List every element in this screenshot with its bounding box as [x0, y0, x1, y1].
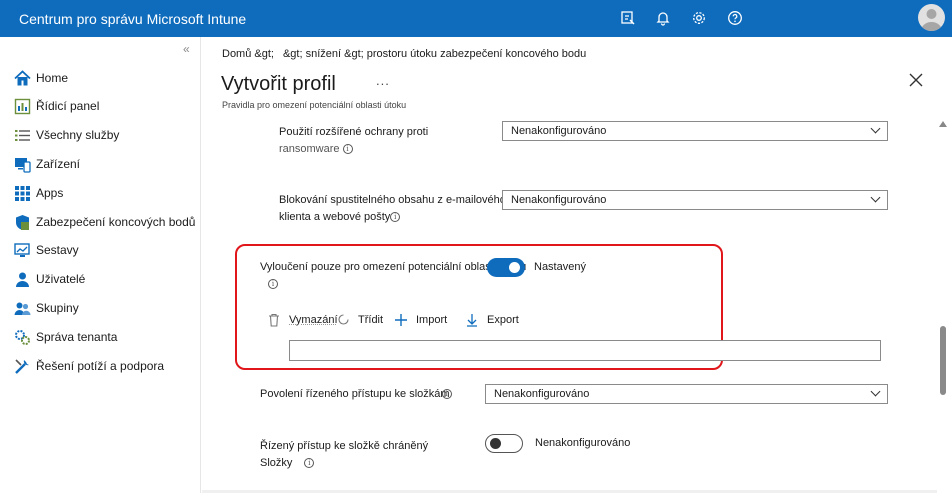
export-label: Export: [487, 314, 519, 326]
sidebar-item-groups[interactable]: Skupiny: [13, 298, 79, 318]
devices-icon: [13, 155, 31, 173]
sidebar-item-users[interactable]: Uživatelé: [13, 269, 85, 289]
chevron-down-icon: [870, 386, 881, 397]
sort-label: Třídit: [358, 313, 384, 326]
protected-folders-state: Nenakonfigurováno: [535, 437, 631, 449]
user-icon: [13, 270, 31, 288]
plus-icon: [395, 314, 407, 326]
feedback-icon[interactable]: [618, 8, 638, 28]
folder-access-select[interactable]: Nenakonfigurováno: [485, 384, 888, 404]
breadcrumb-home-link[interactable]: Domů &gt;: [222, 48, 274, 60]
email-content-select[interactable]: Nenakonfigurováno: [502, 190, 888, 210]
sidebar-item-label: Uživatelé: [36, 272, 86, 286]
home-icon: [13, 69, 31, 87]
sidebar: « Home Řídicí panel Všechny služby Zaříz…: [0, 37, 201, 493]
sidebar-item-reports[interactable]: Sestavy: [13, 240, 79, 260]
bell-icon[interactable]: [653, 8, 673, 28]
sidebar-item-tenant-admin[interactable]: Správa tenanta: [13, 327, 117, 347]
endpoint-security-icon: [13, 213, 31, 231]
protected-folders-toggle[interactable]: [485, 434, 523, 453]
close-icon[interactable]: [909, 73, 927, 91]
email-label-line1: Blokování spustitelného obsahu z e-mailo…: [279, 194, 506, 206]
ransomware-label: Použití rozšířené ochrany proti ransomwa…: [279, 124, 428, 158]
sidebar-item-label: Zabezpečení koncových bodů: [36, 215, 196, 229]
list-icon: [13, 126, 31, 144]
troubleshoot-icon: [13, 357, 31, 375]
sidebar-item-dashboard[interactable]: Řídicí panel: [13, 96, 99, 116]
info-icon[interactable]: i: [441, 389, 452, 400]
main-panel: Domů &gt; &gt; snížení &gt; prostoru útok…: [202, 37, 952, 493]
import-label: Import: [416, 314, 448, 326]
sidebar-item-label: Zařízení: [36, 157, 81, 171]
sidebar-item-label: Home: [36, 71, 69, 85]
protected-folders-label: Řízený přístup ke složkě chráněný Složky…: [260, 438, 428, 472]
chevron-down-icon: [870, 123, 881, 134]
trash-icon: [269, 313, 279, 327]
scrollbar[interactable]: [937, 117, 949, 492]
folder-access-label-text: Povolení řízeného přístupu ke složkám: [260, 388, 450, 400]
sidebar-item-label: Správa tenanta: [36, 330, 118, 344]
sidebar-item-label: Skupiny: [36, 301, 79, 315]
tenant-icon: [13, 328, 31, 346]
sidebar-item-label: Řídicí panel: [36, 99, 100, 113]
avatar[interactable]: [918, 4, 945, 31]
info-icon[interactable]: i: [342, 144, 353, 155]
exclusion-input[interactable]: [289, 340, 881, 361]
sidebar-item-devices[interactable]: Zařízení: [13, 154, 80, 174]
info-icon[interactable]: i: [268, 279, 278, 289]
email-label-line2: klienta a webové pošty: [279, 211, 391, 223]
more-options-icon[interactable]: ...: [376, 73, 390, 88]
app-title[interactable]: Centrum pro správu Microsoft Intune: [19, 11, 246, 27]
reports-icon: [13, 241, 31, 259]
breadcrumb-path[interactable]: &gt; snížení &gt; prostoru útoku zabezpe…: [283, 48, 586, 60]
page-title: Vytvořit profil: [221, 73, 336, 95]
apps-icon: [13, 184, 31, 202]
folder-access-label: Povolení řízeného přístupu ke složkámi: [260, 386, 452, 403]
sidebar-item-apps[interactable]: Apps: [13, 183, 63, 203]
sidebar-item-label: Apps: [36, 186, 64, 200]
info-icon[interactable]: i: [390, 212, 401, 223]
dashboard-icon: [13, 97, 31, 115]
email-content-label: Blokování spustitelného obsahu z e-mailo…: [279, 192, 506, 226]
ransomware-select-value: Nenakonfigurováno: [511, 125, 607, 137]
collapse-sidebar-icon[interactable]: «: [183, 42, 190, 56]
scroll-up-icon[interactable]: [939, 121, 947, 127]
sidebar-item-label: Řešení potíží a podpora: [36, 359, 165, 373]
top-bar: Centrum pro správu Microsoft Intune: [0, 0, 952, 37]
ransomware-label-line1: Použití rozšířené ochrany proti: [279, 126, 429, 138]
sidebar-item-label: Všechny služby: [36, 128, 120, 142]
help-icon[interactable]: [725, 8, 745, 28]
protected-folders-label-line1: Řízený přístup ke složkě chráněný: [260, 440, 429, 452]
export-button[interactable]: Export: [466, 313, 519, 327]
clear-button[interactable]: Vymazání: [268, 313, 338, 327]
email-select-value: Nenakonfigurováno: [511, 194, 607, 206]
breadcrumb: Domů &gt; &gt; snížení &gt; prostoru útok…: [222, 48, 586, 60]
sort-button[interactable]: Třídit: [337, 313, 383, 326]
chevron-down-icon: [870, 192, 881, 203]
scroll-thumb[interactable]: [940, 326, 946, 395]
sidebar-item-all-services[interactable]: Všechny služby: [13, 125, 119, 145]
sidebar-item-label: Sestavy: [36, 243, 79, 257]
groups-icon: [13, 299, 31, 317]
gear-icon[interactable]: [689, 8, 709, 28]
ransomware-label-line2: ransomware: [279, 143, 340, 155]
sidebar-item-troubleshooting[interactable]: Řešení potíží a podpora: [13, 356, 164, 376]
clear-label: Vymazání: [289, 314, 338, 326]
protected-folders-label-line2: Složky: [260, 457, 293, 469]
page-subtitle: Pravidla pro omezení potenciální oblasti…: [222, 100, 407, 110]
folder-access-select-value: Nenakonfigurováno: [494, 388, 590, 400]
sort-icon: [338, 314, 349, 325]
sidebar-item-home[interactable]: Home: [13, 68, 68, 88]
sidebar-item-endpoint-security[interactable]: Zabezpečení koncových bodů: [13, 212, 195, 232]
info-icon[interactable]: i: [304, 458, 315, 469]
ransomware-select[interactable]: Nenakonfigurováno: [502, 121, 888, 141]
import-button[interactable]: Import: [394, 313, 447, 327]
toggle-knob: [509, 262, 520, 273]
download-icon: [467, 314, 477, 327]
exclusion-state: Nastavený: [534, 261, 586, 273]
exclusion-toggle[interactable]: [487, 258, 525, 277]
toggle-knob: [490, 438, 501, 449]
